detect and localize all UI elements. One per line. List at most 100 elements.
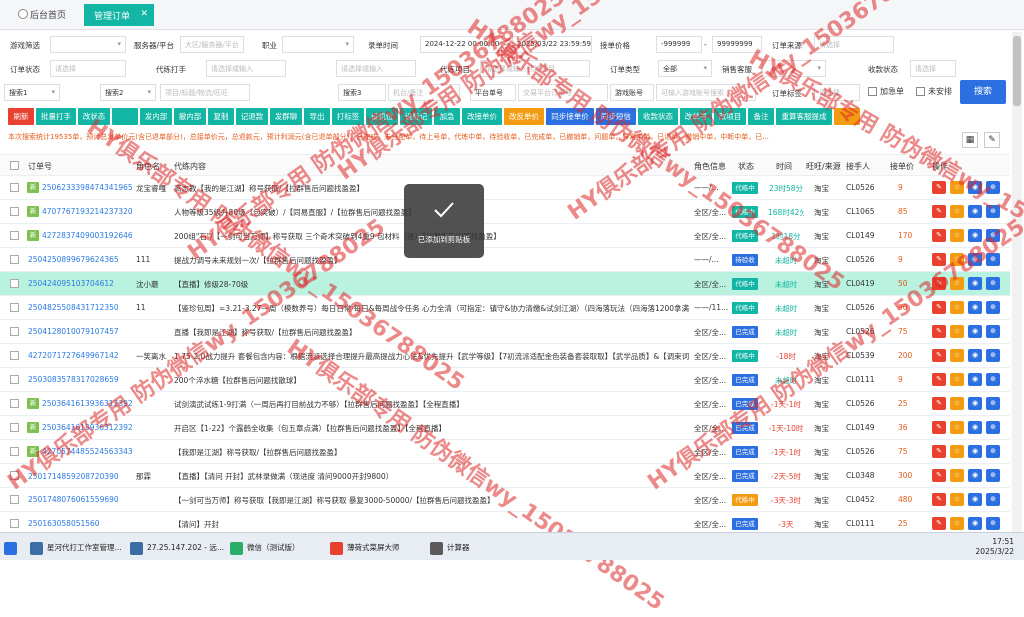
view-icon[interactable]: ◉ (968, 349, 982, 362)
add-icon[interactable]: ⊕ (986, 373, 1000, 386)
price-max-input[interactable]: 99999999 (712, 36, 762, 53)
row-checkbox[interactable] (10, 183, 19, 192)
view-icon[interactable]: ◉ (968, 373, 982, 386)
table-row[interactable]: 2504250899679624365 111 提战力调号未来规划一次/【拉群售后问… (0, 248, 1010, 272)
table-row[interactable]: 2504825508431712350 11 【鉴珍包周】=3.21-3.27一周（… (0, 296, 1010, 320)
view-icon[interactable]: ◉ (968, 205, 982, 218)
edit-icon[interactable]: ✎ (932, 397, 946, 410)
class-select[interactable]: ▾ (282, 36, 354, 53)
add-icon[interactable]: ⊕ (986, 445, 1000, 458)
table-row[interactable]: 新 4270574485524563343 【我即是江湖】称号获取/【拉群售后问题找… (0, 440, 1010, 464)
table-row[interactable]: 新4272837409003192646,4272200组"石"/【一剑可当万师… (0, 224, 1010, 248)
home-radio-icon[interactable] (18, 9, 28, 19)
row-checkbox[interactable] (10, 351, 19, 360)
action-button[interactable]: 批量打手 (36, 108, 76, 125)
server-input[interactable]: 大区/服务器/平台 (180, 36, 244, 53)
table-row[interactable]: 2503083578317028659 200个淬水糖【拉群售后问题找散球】 全区/… (0, 368, 1010, 392)
platform-order-select[interactable]: 平台单号 (470, 84, 516, 101)
edit-icon[interactable]: ✎ (932, 349, 946, 362)
scrollbar[interactable] (1012, 32, 1022, 532)
action-button[interactable]: 改反单价 (504, 108, 544, 125)
star-icon[interactable]: ☆ (950, 469, 964, 482)
brush-icon[interactable]: ✎ (984, 132, 1000, 148)
action-button[interactable]: 设标记 (400, 108, 432, 125)
add-icon[interactable]: ⊕ (986, 469, 1000, 482)
add-icon[interactable]: ⊕ (986, 397, 1000, 410)
select-all-checkbox[interactable] (10, 161, 19, 170)
action-button[interactable]: 加急 (434, 108, 460, 125)
order-number-link[interactable]: 4270574485524563343 (42, 447, 132, 456)
table-row[interactable]: 新 2503641613936312392 开启区【1-22】个露鹤全收集（包五章点… (0, 416, 1010, 440)
view-icon[interactable]: ◉ (968, 421, 982, 434)
row-checkbox[interactable] (10, 399, 19, 408)
order-number-link[interactable]: 2504128010079107457 (28, 327, 118, 336)
order-tag-select[interactable]: 请选择 (814, 84, 860, 101)
add-icon[interactable]: ⊕ (986, 325, 1000, 338)
row-checkbox[interactable] (10, 495, 19, 504)
add-icon[interactable]: ⊕ (986, 301, 1000, 314)
action-button[interactable]: 发群聊 (270, 108, 302, 125)
star-icon[interactable]: ☆ (950, 373, 964, 386)
table-row[interactable]: 新 2503641613936312392 试剑演武试练1-9打满（一周后再打目前战… (0, 392, 1010, 416)
game-select[interactable]: ▾ (50, 36, 126, 53)
edit-icon[interactable]: ✎ (932, 493, 946, 506)
taskbar-item[interactable]: 薄荷式菜屏大师 (330, 538, 400, 557)
platform-order-input[interactable]: 交易平台订单号 (518, 84, 608, 101)
star-icon[interactable]: ☆ (950, 517, 964, 530)
add-icon[interactable]: ⊕ (986, 493, 1000, 506)
scrollbar-thumb[interactable] (1013, 36, 1021, 106)
action-button[interactable]: 改状态 (78, 108, 110, 125)
taskbar-item[interactable]: 计算器 (430, 538, 470, 557)
search3-input[interactable]: 机台/备注 (388, 84, 460, 101)
star-icon[interactable]: ☆ (950, 229, 964, 242)
columns-icon[interactable]: ▦ (962, 132, 978, 148)
unarranged-checkbox[interactable]: 未安排 (916, 86, 952, 97)
order-number-link[interactable]: 2503641613936312392 (42, 423, 132, 432)
order-number-link[interactable]: 2501748076061559690 (28, 495, 118, 504)
add-icon[interactable]: ⊕ (986, 349, 1000, 362)
search2-select[interactable]: 搜索2 ▾ (100, 84, 156, 101)
table-row[interactable]: 2501714859208720390；2502032 那霖 【直播】【清问 开封】… (0, 464, 1010, 488)
table-row[interactable]: 新 2506233398474341965 龙宝睿嘎 高志教【我的是江湖】称号获取/【… (0, 176, 1010, 200)
action-button[interactable]: 记退款 (236, 108, 268, 125)
add-icon[interactable]: ⊕ (986, 421, 1000, 434)
project-select[interactable]: 请选择或输入 (336, 60, 416, 77)
view-icon[interactable]: ◉ (968, 493, 982, 506)
action-button[interactable]: 备注 (748, 108, 774, 125)
order-number-link[interactable]: 2504825508431712350 (28, 303, 118, 312)
star-icon[interactable]: ☆ (950, 325, 964, 338)
action-button[interactable]: 导出 (304, 108, 330, 125)
search1-select[interactable]: 搜索1 ▾ (4, 84, 60, 101)
star-icon[interactable]: ☆ (950, 421, 964, 434)
row-checkbox[interactable] (10, 279, 19, 288)
close-icon[interactable]: ✕ (140, 9, 148, 19)
edit-icon[interactable]: ✎ (932, 325, 946, 338)
order-number-link[interactable]: 250163058051560 (28, 519, 118, 528)
edit-icon[interactable]: ✎ (932, 181, 946, 194)
edit-icon[interactable]: ✎ (932, 205, 946, 218)
edit-icon[interactable]: ✎ (932, 277, 946, 290)
row-checkbox[interactable] (10, 447, 19, 456)
view-icon[interactable]: ◉ (968, 517, 982, 530)
add-icon[interactable]: ⊕ (986, 181, 1000, 194)
table-row[interactable]: 2501748076061559690 【一剑可当万师】称号获取【我即是江湖】称号… (0, 488, 1010, 512)
view-icon[interactable]: ◉ (968, 397, 982, 410)
row-checkbox[interactable] (10, 231, 19, 240)
action-button[interactable]: 同步短信 (596, 108, 636, 125)
add-icon[interactable]: ⊕ (986, 205, 1000, 218)
action-button[interactable]: 收款状态 (638, 108, 678, 125)
view-icon[interactable]: ◉ (968, 445, 982, 458)
game-account-input[interactable]: 可输入游戏账号搜索 (656, 84, 756, 101)
search2-input[interactable]: 项目/标题/物流/旺旺 (160, 84, 250, 101)
edit-icon[interactable]: ✎ (932, 229, 946, 242)
taskbar-item[interactable]: 星河代打工作室管理... (30, 538, 122, 557)
order-number-link[interactable]: 2506233398474341965 (42, 183, 132, 192)
row-checkbox[interactable] (10, 471, 19, 480)
order-type-select[interactable]: 全部 ▾ (658, 60, 712, 77)
add-icon[interactable]: ⊕ (986, 253, 1000, 266)
tab-manage-orders[interactable]: 管理订单 ✕ (84, 4, 154, 26)
action-button[interactable]: 重算客服提成 (776, 108, 832, 125)
table-row[interactable]: 4272071727649967142 一笑离水 1.75-2.0战力提升 套餐包含… (0, 344, 1010, 368)
add-icon[interactable]: ⊕ (986, 517, 1000, 530)
view-icon[interactable]: ◉ (968, 325, 982, 338)
